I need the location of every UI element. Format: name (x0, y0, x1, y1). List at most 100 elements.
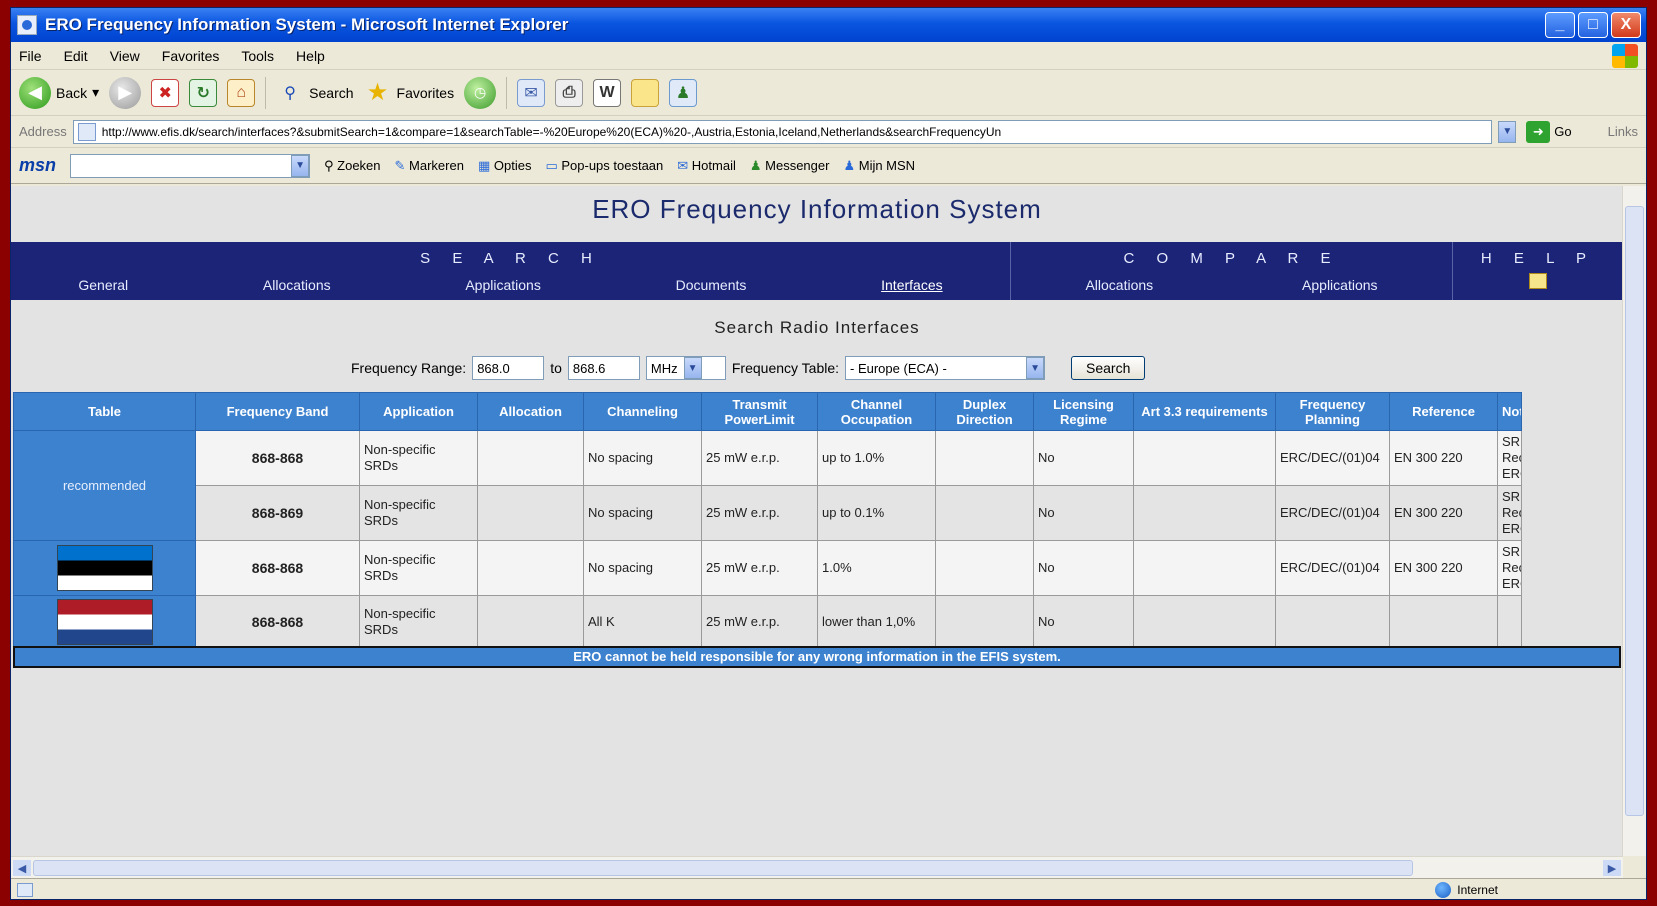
search-submit-button[interactable]: Search (1071, 356, 1146, 380)
table-row: recommended 868-868 Non-specific SRDs No… (13, 430, 1522, 541)
netherlands-flag-icon[interactable] (56, 599, 153, 645)
col-transmit-power[interactable]: Transmit PowerLimit (701, 392, 818, 431)
favorites-label: Favorites (396, 84, 455, 101)
col-duplex-direction[interactable]: Duplex Direction (935, 392, 1034, 431)
col-art33[interactable]: Art 3.3 requirements (1133, 392, 1276, 431)
edit-icon[interactable]: W (593, 78, 622, 107)
horizontal-scrollbar[interactable]: ◀ ▶ (11, 856, 1623, 878)
cell-reference: EN 300 220 (1389, 540, 1498, 596)
globe-icon (1435, 882, 1452, 898)
page-status-icon (17, 883, 33, 897)
search-button[interactable]: ⚲ Search (276, 79, 353, 107)
back-button[interactable]: ◀ Back ▾ (19, 76, 99, 109)
compare-nav-section: C O M P A R E Allocations Applications (1011, 242, 1453, 300)
col-channel-occupation[interactable]: Channel Occupation (817, 392, 936, 431)
site-title: ERO Frequency Information System (592, 194, 1042, 224)
vertical-scroll-thumb[interactable] (1625, 206, 1644, 816)
minimize-button[interactable]: _ (1545, 12, 1575, 38)
address-url: http://www.efis.dk/search/interfaces?&su… (101, 124, 1002, 139)
cell-reference: EN 300 220 (1389, 485, 1498, 541)
menu-favorites[interactable]: Favorites (162, 48, 220, 64)
cell-band: 868-869 (195, 485, 360, 541)
stop-icon[interactable]: ✖ (151, 78, 180, 107)
cell-licensing: No (1033, 540, 1134, 596)
home-icon[interactable]: ⌂ (227, 78, 256, 107)
address-dropdown-icon[interactable]: ▼ (1498, 120, 1517, 143)
menu-help[interactable]: Help (296, 48, 325, 64)
unit-select[interactable]: MHz ▼ (645, 356, 726, 380)
horizontal-scroll-thumb[interactable] (33, 860, 1413, 876)
col-notes[interactable]: Notes (1497, 392, 1522, 431)
msn-hotmail-button[interactable]: ✉ Hotmail (677, 158, 736, 174)
history-icon[interactable]: ◷ (464, 76, 497, 109)
msn-dropdown-icon[interactable]: ▼ (291, 154, 310, 177)
col-channeling[interactable]: Channeling (583, 392, 702, 431)
nav-compare-applications[interactable]: Applications (1302, 277, 1378, 293)
print-icon[interactable]: ⎙ (555, 78, 584, 107)
vertical-scrollbar[interactable] (1622, 186, 1646, 856)
msn-popups-button[interactable]: ▭ Pop-ups toestaan (545, 158, 663, 174)
msn-search-button[interactable]: ⚲ Zoeken (324, 158, 381, 174)
links-button[interactable]: Links (1608, 124, 1638, 139)
frequency-from-input[interactable]: 868.0 (472, 356, 545, 380)
col-table[interactable]: Table (13, 392, 196, 431)
chevron-down-icon[interactable]: ▾ (92, 84, 99, 101)
highlighter-icon: ✎ (394, 157, 410, 173)
col-allocation[interactable]: Allocation (477, 392, 584, 431)
cell-duplex (935, 485, 1034, 541)
menu-tools[interactable]: Tools (241, 48, 274, 64)
address-input[interactable]: http://www.efis.dk/search/interfaces?&su… (72, 119, 1493, 144)
go-button[interactable]: ➜ Go (1526, 120, 1572, 143)
discuss-icon[interactable] (631, 78, 660, 107)
messenger-icon[interactable]: ♟ (669, 78, 698, 107)
windows-logo-icon (1612, 44, 1638, 68)
col-reference[interactable]: Reference (1389, 392, 1498, 431)
cell-occupation: up to 1.0% (817, 430, 936, 486)
col-licensing-regime[interactable]: Licensing Regime (1033, 392, 1134, 431)
menu-file[interactable]: File (19, 48, 42, 64)
cell-allocation (477, 540, 584, 596)
col-frequency-planning[interactable]: Frequency Planning (1275, 392, 1390, 431)
mail-icon[interactable]: ✉ (517, 78, 546, 107)
nav-allocations[interactable]: Allocations (263, 277, 331, 293)
cell-power: 25 mW e.r.p. (701, 540, 818, 596)
nav-documents[interactable]: Documents (676, 277, 747, 293)
favorites-button[interactable]: ★ Favorites (364, 79, 455, 107)
frequency-table-label: Frequency Table: (731, 360, 840, 376)
maximize-button[interactable]: □ (1578, 12, 1608, 38)
msn-highlight-button[interactable]: ✎ Markeren (395, 158, 464, 174)
menu-edit[interactable]: Edit (64, 48, 88, 64)
table-row: 868-869 Non-specific SRDs No spacing 25 … (14, 485, 1522, 541)
cell-band: 868-868 (195, 540, 360, 596)
nav-applications[interactable]: Applications (465, 277, 541, 293)
menu-view[interactable]: View (110, 48, 140, 64)
nav-compare-allocations[interactable]: Allocations (1085, 277, 1153, 293)
cell-allocation (477, 595, 584, 649)
msn-logo[interactable]: msn (19, 155, 56, 176)
msn-popups-label: Pop-ups toestaan (561, 157, 664, 173)
scroll-right-icon[interactable]: ▶ (1603, 860, 1621, 876)
help-nav-heading: H E L P (1480, 250, 1596, 267)
col-application[interactable]: Application (359, 392, 478, 431)
estonia-flag-icon[interactable] (56, 545, 153, 591)
toolbar-separator (506, 76, 508, 109)
scroll-left-icon[interactable]: ◀ (13, 860, 31, 876)
help-icon[interactable] (1529, 273, 1547, 289)
forward-button[interactable]: ▶ (109, 76, 142, 109)
close-button[interactable]: X (1611, 12, 1641, 38)
refresh-icon[interactable]: ↻ (189, 78, 218, 107)
cell-planning: ERC/DEC/(01)04 (1275, 540, 1390, 596)
msn-search-input[interactable]: ▼ (70, 153, 311, 178)
msn-messenger-button[interactable]: ♟ Messenger (750, 158, 830, 174)
msn-mymsn-button[interactable]: ♟ Mijn MSN (843, 158, 915, 174)
messenger-icon: ♟ (749, 157, 766, 173)
frequency-to-input[interactable]: 868.6 (567, 356, 640, 380)
nav-general[interactable]: General (78, 277, 128, 293)
col-frequency-band[interactable]: Frequency Band (195, 392, 360, 431)
cell-occupation: lower than 1,0% (817, 595, 936, 649)
nav-interfaces[interactable]: Interfaces (881, 277, 942, 293)
cell-licensing: No (1033, 595, 1134, 649)
msn-options-button[interactable]: ▦ Opties (478, 158, 531, 174)
frequency-table-select[interactable]: - Europe (ECA) - ▼ (845, 356, 1046, 380)
browser-window: ERO Frequency Information System - Micro… (10, 7, 1647, 900)
